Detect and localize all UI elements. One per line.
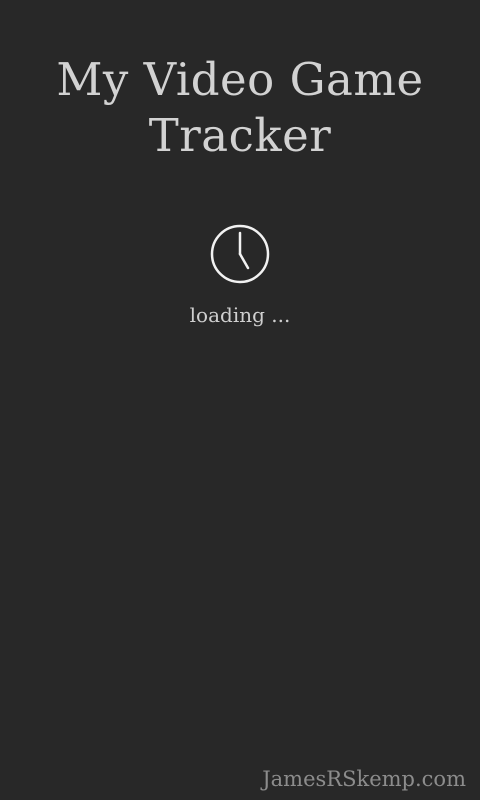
- loading-indicator: loading ...: [0, 224, 480, 327]
- app-title: My Video Game Tracker: [56, 53, 424, 162]
- loading-text: loading ...: [189, 303, 291, 327]
- footer-site-link[interactable]: JamesRSkemp.com: [262, 767, 466, 791]
- clock-icon: [210, 224, 270, 284]
